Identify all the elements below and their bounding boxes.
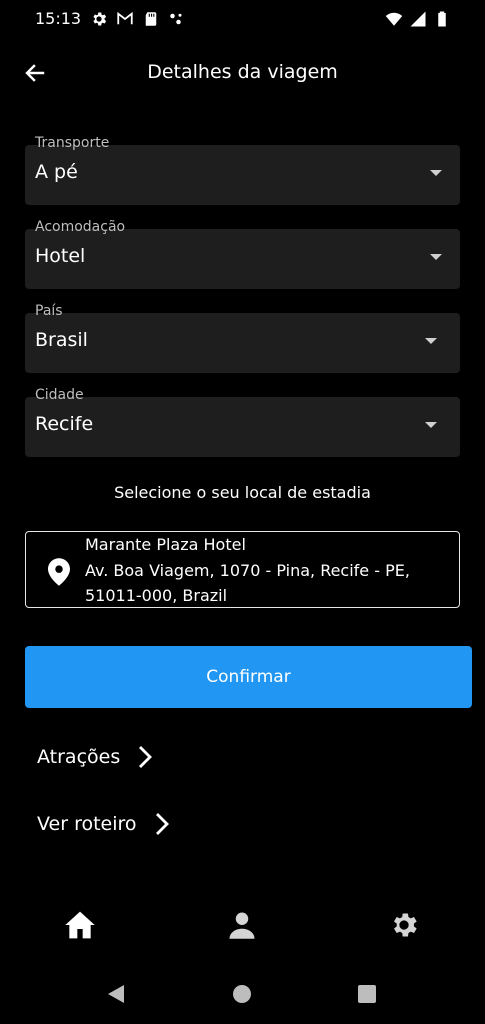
city-value: Recife: [35, 413, 94, 435]
system-back-button[interactable]: [104, 982, 128, 1006]
chevron-right-icon: [155, 813, 169, 835]
confirm-button[interactable]: Confirmar: [25, 646, 472, 708]
itinerary-link[interactable]: Ver roteiro: [37, 812, 169, 836]
country-label: País: [35, 303, 63, 319]
app-bar: Detalhes da viagem: [0, 50, 485, 96]
attractions-link[interactable]: Atrações: [37, 745, 153, 769]
place-address: Av. Boa Viagem, 1070 - Pina, Recife - PE…: [85, 561, 410, 605]
page-title: Detalhes da viagem: [147, 61, 338, 83]
gear-icon: [93, 12, 107, 26]
caret-down-icon: [425, 422, 437, 428]
lodging-label: Acomodação: [35, 219, 126, 235]
lodging-select[interactable]: Hotel: [25, 229, 460, 289]
nav-profile[interactable]: [224, 907, 260, 943]
signal-icon: [410, 11, 426, 27]
status-time: 15:13: [35, 9, 82, 28]
nav-home[interactable]: [62, 907, 98, 943]
caret-down-icon: [430, 254, 442, 260]
system-nav-bar: [0, 962, 485, 1024]
settings-icon: [394, 913, 417, 937]
location-pin-icon: [48, 558, 70, 586]
circle-home-icon: [233, 985, 251, 1003]
selected-place-card[interactable]: Marante Plaza Hotel Av. Boa Viagem, 1070…: [25, 531, 460, 608]
transport-value: A pé: [35, 161, 78, 183]
bottom-nav: [0, 892, 485, 958]
attractions-label: Atrações: [37, 746, 121, 768]
dots-icon: [170, 13, 182, 25]
lodging-value: Hotel: [35, 245, 86, 267]
itinerary-label: Ver roteiro: [37, 813, 137, 835]
transport-select[interactable]: A pé: [25, 145, 460, 205]
city-select[interactable]: Recife: [25, 397, 460, 457]
city-label: Cidade: [35, 387, 84, 403]
home-icon: [65, 911, 95, 939]
battery-icon: [438, 11, 446, 27]
sd-card-icon: [145, 12, 157, 26]
caret-down-icon: [425, 338, 437, 344]
notification-icons: [90, 10, 186, 28]
stay-prompt: Selecione o seu local de estadia: [114, 483, 371, 502]
person-icon: [229, 912, 255, 939]
system-status-icons: [385, 10, 451, 28]
status-bar: 15:13: [0, 0, 485, 38]
place-name: Marante Plaza Hotel: [85, 535, 246, 554]
system-home-button[interactable]: [230, 982, 254, 1006]
nav-settings[interactable]: [386, 907, 422, 943]
caret-down-icon: [430, 170, 442, 176]
square-recents-icon: [358, 985, 376, 1003]
country-select[interactable]: Brasil: [25, 313, 460, 373]
gmail-icon: [117, 11, 133, 25]
chevron-right-icon: [139, 746, 153, 768]
country-value: Brasil: [35, 329, 88, 351]
triangle-back-icon: [108, 985, 124, 1003]
transport-label: Transporte: [35, 135, 110, 151]
wifi-icon: [385, 12, 403, 26]
system-recents-button[interactable]: [355, 982, 379, 1006]
